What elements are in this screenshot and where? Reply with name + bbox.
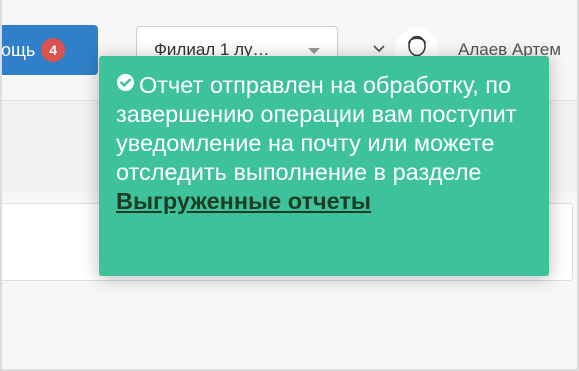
- notification-badge: 4: [41, 38, 66, 62]
- exported-reports-link[interactable]: Выгруженные отчеты: [116, 188, 371, 214]
- check-circle-icon: [116, 70, 135, 99]
- chevron-down-icon[interactable]: [373, 42, 385, 57]
- notification-toast: Отчет отправлен на обработку, по заверше…: [99, 56, 549, 276]
- help-button-label: ощь: [1, 39, 36, 60]
- toast-message: Отчет отправлен на обработку, по заверше…: [116, 72, 517, 185]
- help-button[interactable]: ощь 4: [1, 25, 98, 75]
- caret-down-icon: [308, 48, 320, 54]
- app-window: ощь 4 Филиал 1 лу… Алаев Артем Отчет отп…: [0, 0, 579, 371]
